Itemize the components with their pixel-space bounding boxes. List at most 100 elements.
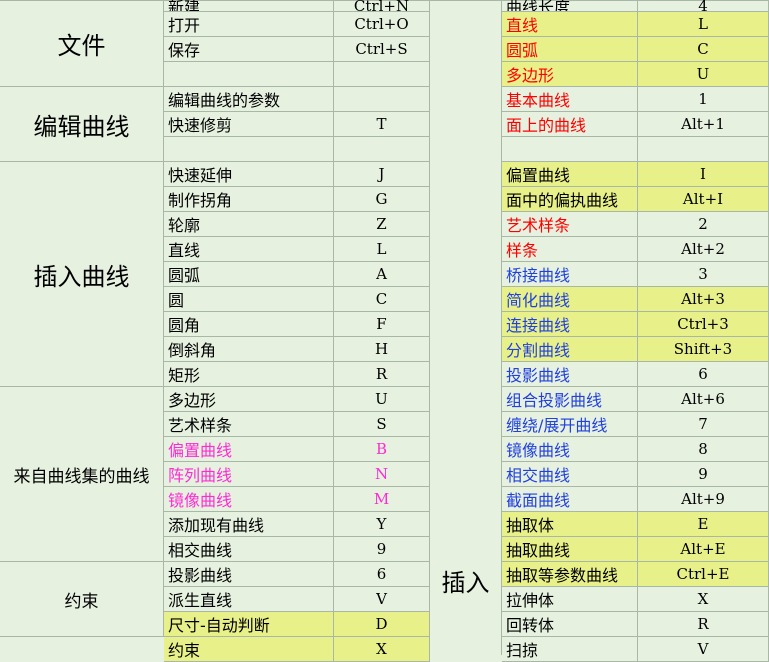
right-shortcut-key-text: Ctrl+E [676,565,730,583]
left-command-name-text: 圆 [168,291,185,310]
left-shortcut-key-text: H [374,340,389,358]
right-shortcut-key: Alt+6 [638,387,769,412]
right-command-name-text: 缠绕/展开曲线 [506,416,608,435]
right-shortcut-key-text: Alt+2 [681,240,725,258]
left-command-name: 编辑曲线的参数 [164,87,334,112]
right-shortcut-key: 1 [638,87,769,112]
section-label-insert-text: 插入 [441,569,490,597]
right-command-name-text: 分割曲线 [506,341,571,360]
left-shortcut-key-text: J [378,165,385,183]
right-command-name-text: 截面曲线 [506,491,571,510]
right-command-name: 基本曲线 [502,87,638,112]
left-command-name: 多边形 [164,387,334,412]
right-command-name-text: 组合投影曲线 [506,391,603,410]
right-command-name: 面中的偏执曲线 [502,187,638,212]
right-command-name: 曲线长度 [502,0,638,12]
category-cell: 编辑曲线 [0,87,164,162]
left-command-name: 圆角 [164,312,334,337]
right-shortcut-key-text: Ctrl+3 [677,315,729,333]
left-command-name-text: 派生直线 [168,591,233,610]
left-command-name-text: 倒斜角 [168,341,217,360]
left-command-name: 派生直线 [164,587,334,612]
right-command-name-text: 投影曲线 [506,366,571,385]
left-command-name [164,137,334,162]
right-shortcut-key: 3 [638,262,769,287]
right-command-name: 缠绕/展开曲线 [502,412,638,437]
left-shortcut-key: X [334,637,430,662]
right-command-name-text: 抽取体 [506,516,555,535]
right-shortcut-key: X [638,587,769,612]
left-shortcut-key-text: Ctrl+N [353,0,410,12]
left-shortcut-key: Ctrl+S [334,37,430,62]
left-shortcut-key-text: C [375,290,388,308]
left-shortcut-key-text: S [376,415,387,433]
category-cell-text: 约束 [64,591,99,612]
right-command-name-text: 多边形 [506,66,555,85]
right-shortcut-key [638,137,769,162]
right-command-name: 偏置曲线 [502,162,638,187]
right-shortcut-key: 6 [638,362,769,387]
left-shortcut-key: M [334,487,430,512]
right-shortcut-key-text: 8 [698,440,708,458]
left-shortcut-key: G [334,187,430,212]
right-shortcut-key-text: 6 [698,365,708,383]
right-shortcut-key: 7 [638,412,769,437]
right-command-name-text: 简化曲线 [506,291,571,310]
right-shortcut-key-text: X [697,590,709,608]
left-shortcut-key-text: D [375,615,388,633]
right-shortcut-key-text: I [700,165,706,183]
right-shortcut-key-text: V [697,640,709,658]
left-shortcut-key [334,137,430,162]
right-shortcut-key-text: L [698,15,708,33]
right-command-name-text: 艺术样条 [506,216,571,235]
right-command-name: 扫掠 [502,637,638,662]
left-command-name-text: 镜像曲线 [168,491,233,510]
right-shortcut-key: Alt+E [638,537,769,562]
category-cell-text: 编辑曲线 [33,112,130,141]
left-command-name: 轮廓 [164,212,334,237]
left-command-name-text: 快速延伸 [168,166,233,185]
category-cell: 约束 [0,562,164,637]
right-shortcut-key: Alt+9 [638,487,769,512]
right-command-name-text: 面上的曲线 [506,116,587,135]
right-shortcut-key: Alt+2 [638,237,769,262]
left-shortcut-key: N [334,462,430,487]
left-command-name-text: 直线 [168,241,201,260]
left-shortcut-key: F [334,312,430,337]
right-command-name: 样条 [502,237,638,262]
right-shortcut-key-text: U [696,65,710,83]
left-shortcut-key-text: M [373,490,390,508]
left-command-name: 圆弧 [164,262,334,287]
left-shortcut-key [334,62,430,87]
left-command-name: 倒斜角 [164,337,334,362]
category-cell: 文件 [0,0,164,87]
right-command-name: 直线 [502,12,638,37]
right-shortcut-key: L [638,12,769,37]
right-shortcut-key: Alt+I [638,187,769,212]
left-shortcut-key-text: Ctrl+O [354,15,409,33]
left-shortcut-key-text: A [376,265,387,283]
left-command-name-text: 偏置曲线 [168,441,233,460]
left-shortcut-key: Ctrl+N [334,0,430,12]
right-shortcut-key: Ctrl+E [638,562,769,587]
right-command-name: 面上的曲线 [502,112,638,137]
left-command-name: 圆 [164,287,334,312]
left-command-name-text: 添加现有曲线 [168,516,265,535]
right-shortcut-key-text: 4 [698,0,708,12]
left-command-name: 快速修剪 [164,112,334,137]
right-shortcut-key: V [638,637,769,662]
left-command-name: 尺寸-自动判断 [164,612,334,637]
left-command-name-text: 投影曲线 [168,566,233,585]
left-shortcut-key [334,87,430,112]
left-command-name-text: 保存 [168,41,201,60]
right-shortcut-key-text: 2 [698,215,708,233]
right-shortcut-key: I [638,162,769,187]
left-command-name-text: 艺术样条 [168,416,233,435]
right-command-name: 圆弧 [502,37,638,62]
right-shortcut-key: E [638,512,769,537]
left-command-name: 矩形 [164,362,334,387]
left-shortcut-key-text: B [375,440,388,458]
left-command-name: 偏置曲线 [164,437,334,462]
right-shortcut-key-text: Alt+E [680,540,726,558]
right-command-name: 截面曲线 [502,487,638,512]
